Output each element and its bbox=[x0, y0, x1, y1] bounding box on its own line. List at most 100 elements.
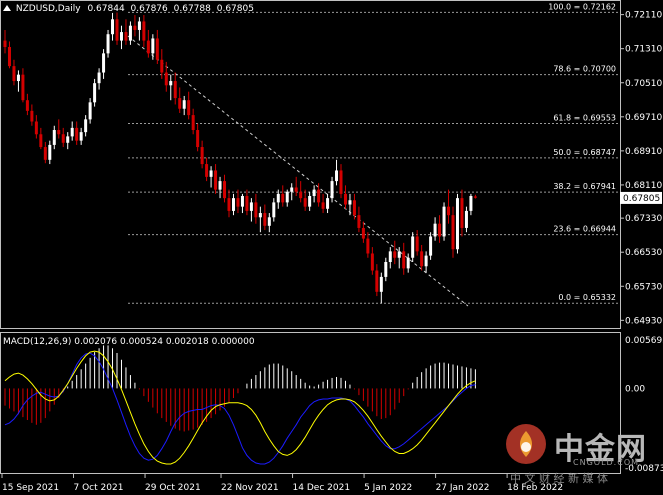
candle bbox=[308, 191, 312, 211]
candle bbox=[415, 230, 419, 256]
candle bbox=[97, 68, 101, 90]
fib-level-label: 78.6 = 0.70700 bbox=[553, 65, 616, 74]
candle bbox=[88, 98, 92, 124]
candle bbox=[16, 70, 20, 92]
candle bbox=[182, 95, 186, 116]
fib-level-label: 0.0 = 0.65332 bbox=[558, 293, 616, 302]
candle bbox=[137, 17, 141, 41]
candle-body bbox=[402, 251, 406, 269]
price-tick-label: 0.67330 bbox=[625, 214, 662, 224]
candle bbox=[39, 127, 43, 150]
candle-body bbox=[97, 72, 101, 84]
candle-body bbox=[411, 236, 415, 258]
candle-body bbox=[79, 132, 83, 141]
candle bbox=[7, 41, 11, 69]
candle bbox=[442, 202, 446, 241]
date-axis: 15 Sep 2021 7 Oct 2021 29 Oct 2021 22 Nov 2… bbox=[1, 474, 563, 493]
candle bbox=[128, 21, 132, 45]
symbol-icon bbox=[3, 5, 11, 11]
candle-body bbox=[88, 102, 92, 120]
candle-body bbox=[231, 198, 235, 211]
candle-body bbox=[473, 196, 477, 198]
candle bbox=[370, 247, 374, 275]
candle-body bbox=[317, 189, 321, 203]
candle bbox=[438, 215, 442, 243]
macd-panel bbox=[4, 345, 476, 465]
candle-body bbox=[335, 170, 339, 182]
price-chart[interactable]: 100.0 = 0.72162 78.6 = 0.70700 61.8 = 0.69… bbox=[0, 0, 663, 495]
candle-body bbox=[16, 74, 20, 82]
candle bbox=[339, 164, 343, 199]
candle bbox=[361, 221, 365, 243]
candle bbox=[281, 185, 285, 207]
candle bbox=[173, 72, 177, 105]
candle-body bbox=[366, 238, 370, 254]
candle bbox=[164, 61, 168, 92]
candle bbox=[464, 206, 468, 233]
cngold-logo-icon bbox=[503, 421, 549, 467]
candle bbox=[330, 176, 334, 203]
candle-body bbox=[438, 223, 442, 237]
candle-body bbox=[178, 98, 182, 109]
candle bbox=[124, 19, 128, 45]
candle-body bbox=[384, 262, 388, 277]
candle bbox=[93, 78, 97, 107]
candle-body bbox=[214, 170, 218, 190]
candle bbox=[433, 217, 437, 241]
candle bbox=[34, 115, 38, 139]
candle bbox=[21, 68, 25, 103]
candle-body bbox=[169, 81, 173, 86]
chart-header: NZDUSD,Daily 0.67844 0.67876 0.67788 0.6… bbox=[3, 4, 254, 14]
candle bbox=[191, 108, 195, 135]
candle-body bbox=[25, 100, 29, 111]
candle-body bbox=[142, 21, 146, 41]
candle bbox=[294, 176, 298, 197]
candle-body bbox=[151, 38, 155, 54]
candle bbox=[133, 15, 137, 37]
candle bbox=[236, 189, 240, 214]
candle-body bbox=[469, 196, 473, 211]
candle bbox=[388, 247, 392, 269]
candle-body bbox=[205, 164, 209, 177]
candle bbox=[218, 176, 222, 199]
candle-body bbox=[240, 196, 244, 207]
price-tick-label: 0.70510 bbox=[625, 79, 662, 89]
date-tick-label: 15 Sep 2021 bbox=[2, 483, 59, 493]
candle bbox=[209, 166, 213, 188]
candle bbox=[460, 189, 464, 237]
price-tick-label: 0.65730 bbox=[625, 282, 662, 292]
candle bbox=[393, 240, 397, 265]
fibonacci-trendline bbox=[127, 35, 469, 307]
fib-level-label: 61.8 = 0.69553 bbox=[553, 113, 616, 122]
candle-body bbox=[227, 198, 231, 211]
candle-body bbox=[187, 100, 191, 116]
candle bbox=[384, 257, 388, 282]
candle-body bbox=[12, 66, 16, 82]
candle bbox=[146, 29, 150, 58]
candle-body bbox=[294, 187, 298, 192]
price-tick-label: 0.72110 bbox=[625, 11, 662, 21]
watermark-url: CNGOLD.COM bbox=[573, 458, 640, 467]
candle-body bbox=[429, 236, 433, 256]
candle-body bbox=[245, 196, 249, 211]
macd-header: MACD(12,26,9) 0.002076 0.000524 0.002018… bbox=[3, 337, 255, 347]
candle-body bbox=[39, 134, 43, 148]
candle bbox=[142, 15, 146, 47]
candle-body bbox=[66, 136, 70, 143]
candle-body bbox=[57, 130, 61, 135]
candle-body bbox=[43, 147, 47, 160]
candle-body bbox=[299, 191, 303, 199]
price-tick-label: 0.68910 bbox=[625, 147, 662, 157]
candle bbox=[115, 12, 119, 45]
candle-body bbox=[52, 130, 56, 145]
candle bbox=[249, 198, 253, 222]
date-tick-label: 14 Dec 2021 bbox=[293, 483, 351, 493]
candle-body bbox=[339, 170, 343, 194]
candle-body bbox=[464, 210, 468, 228]
candle bbox=[12, 59, 16, 86]
candle-body bbox=[137, 21, 141, 30]
candle-body bbox=[48, 144, 52, 160]
candle-body bbox=[308, 196, 312, 207]
date-tick-label: 27 Jan 2022 bbox=[436, 483, 490, 493]
candle bbox=[312, 185, 316, 203]
